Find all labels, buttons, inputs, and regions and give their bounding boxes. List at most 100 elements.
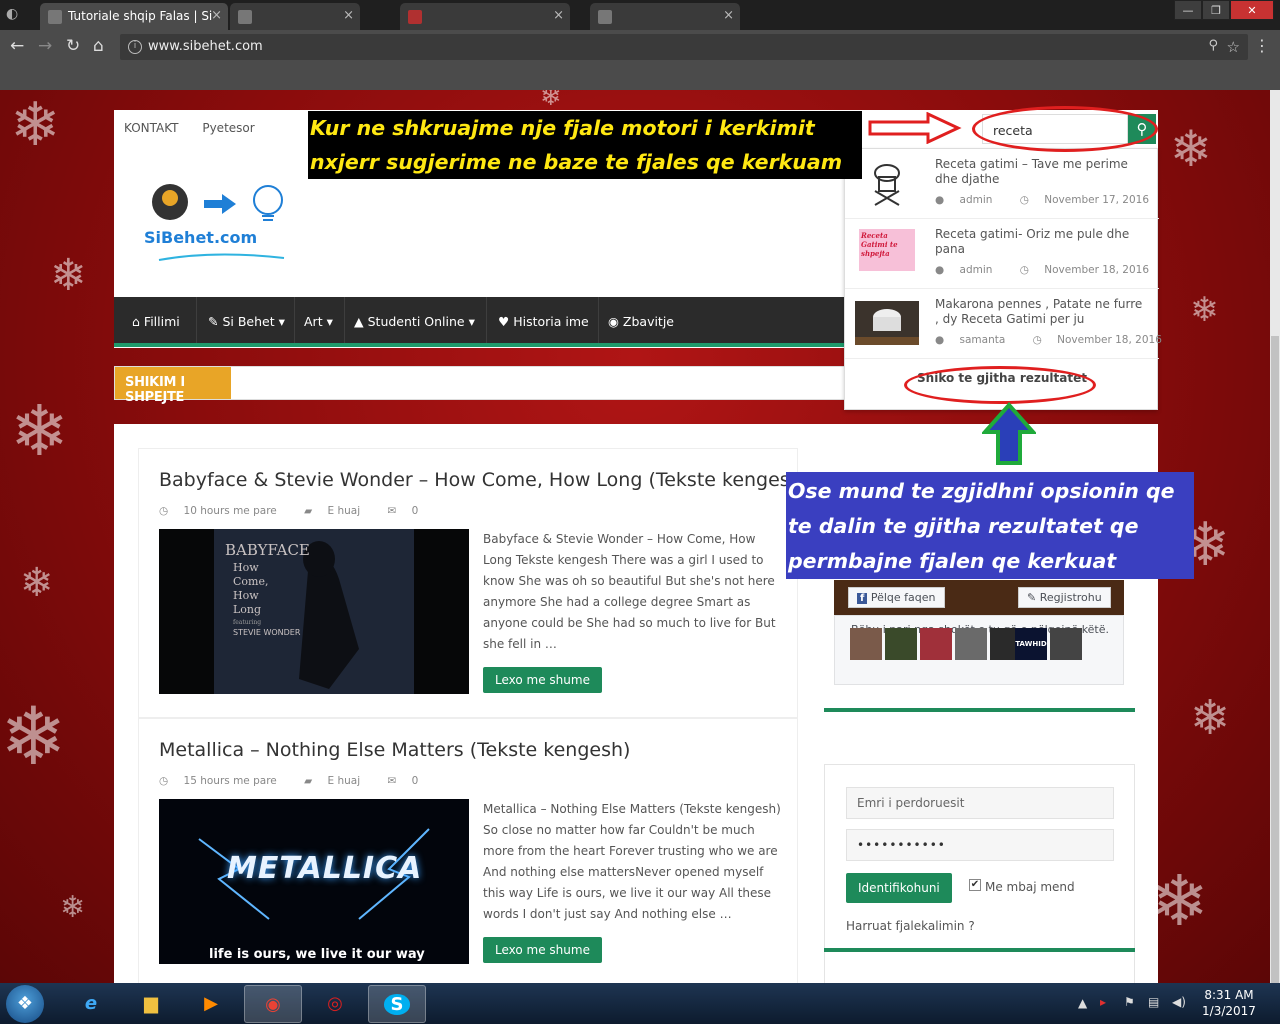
post-title[interactable]: Metallica – Nothing Else Matters (Tekste… [159,739,630,761]
tab-close-icon[interactable]: × [343,8,354,23]
tab-close-icon[interactable]: × [211,8,222,23]
forgot-password-link[interactable]: Harruat fjalekalimin ? [846,919,975,933]
post-thumbnail[interactable]: BABYFACE How Come, How Long featuring ST… [159,529,469,694]
taskbar-app-media-player[interactable]: ▶ [182,985,240,1023]
user-icon: ● [935,334,945,346]
search-result-thumb [855,301,919,345]
scrollbar-thumb[interactable] [1271,336,1279,983]
post-category[interactable]: ▰ E huaj [304,505,372,517]
tab-title: Tutoriale shqip Falas | Si [68,9,213,23]
browser-tab[interactable]: × [230,3,360,30]
caret-down-icon: ▾ [326,314,333,329]
top-links: KONTAKT Pyetesor [124,121,275,135]
read-more-button[interactable]: Lexo me shume [483,937,602,963]
search-result-title: Receta gatimi – Tave me perime dhe djath… [935,157,1128,186]
avatar[interactable] [1050,628,1082,660]
avatar[interactable] [955,628,987,660]
facebook-widget: f Pëlqe faqen ✎ Regjistrohu Bëhu i pari … [834,580,1124,692]
album-line-3: How [233,589,259,602]
post-comments[interactable]: ✉ 0 [388,775,431,787]
restore-button[interactable]: ❐ [1202,0,1230,20]
read-more-button[interactable]: Lexo me shume [483,667,602,693]
avatar[interactable] [920,628,952,660]
address-bar[interactable]: i www.sibehet.com ⚲ ☆ [120,34,1248,60]
top-link-kontakt[interactable]: KONTAKT [124,121,179,135]
snowflake-icon: ❄ [1190,690,1231,746]
forward-icon[interactable]: → [38,36,52,56]
tray-expand-icon[interactable]: ▲ [1078,996,1087,1010]
nav-item-si-behet[interactable]: ✎ Si Behet ▾ [208,314,285,329]
info-icon[interactable]: i [128,40,142,54]
login-button[interactable]: Identifikohuni [846,873,952,903]
extension-pin-icon[interactable]: ⚲ [1208,38,1218,53]
comments-icon: ✉ [387,505,397,517]
browser-tab[interactable]: × [590,3,740,30]
folder-icon: ▰ [304,505,313,517]
annotation-arrow-up-icon [982,402,1036,465]
network-icon[interactable]: ▤ [1148,995,1159,1009]
nav-item-zbavitje[interactable]: ◉ Zbavitje [608,314,674,329]
clock-icon: ◷ [1019,264,1029,276]
action-center-icon[interactable]: ⚑ [1124,995,1135,1009]
close-window-button[interactable]: ✕ [1230,0,1274,20]
username-field[interactable]: Emri i perdoruesit [846,787,1114,819]
search-result-item[interactable]: Receta gatimi – Tave me perime dhe djath… [845,149,1159,219]
nav-item-studenti-online[interactable]: ▲ Studenti Online ▾ [354,314,475,329]
password-field[interactable]: ••••••••••• [846,829,1114,861]
nav-divider [294,297,295,343]
reload-icon[interactable]: ↻ [66,36,80,56]
nav-item-historia-ime[interactable]: ♥ Historia ime [498,314,589,329]
home-icon: ⌂ [132,314,140,329]
avatar[interactable] [885,628,917,660]
fb-register-button[interactable]: ✎ Regjistrohu [1018,587,1111,608]
annotation-line: Ose mund te zgjidhni opsionin qe [788,479,1175,503]
user-icon: ● [935,264,945,276]
minimize-button[interactable]: — [1174,0,1202,20]
search-result-item[interactable]: Makarona pennes , Patate ne furre , dy R… [845,289,1162,359]
menu-icon[interactable]: ⋮ [1254,36,1270,55]
browser-tab-active[interactable]: Tutoriale shqip Falas | Si × [40,3,228,30]
annotation-highlight-search [972,106,1158,152]
widget-divider [824,948,1135,952]
top-link-pyetesor[interactable]: Pyetesor [202,121,254,135]
nav-item-art[interactable]: Art ▾ [304,314,333,329]
bookmark-star-icon[interactable]: ☆ [1227,38,1240,56]
taskbar-app-ie[interactable]: e [62,985,120,1023]
main-navigation: ⌂ Fillimi ✎ Si Behet ▾ Art ▾ ▲ Studenti … [114,297,844,347]
search-result-meta: ● admin ◷ November 18, 2016 [935,264,1149,276]
avatar[interactable] [850,628,882,660]
post-title[interactable]: Babyface & Stevie Wonder – How Come, How… [159,469,809,491]
taskbar-app-skype[interactable]: S [368,985,426,1023]
post-comments[interactable]: ✉ 0 [388,505,431,517]
post-thumbnail[interactable]: METALLICA life is ours, we live it our w… [159,799,469,964]
post-time: ◷ 15 hours me pare [159,775,277,787]
snowflake-icon: ❄ [20,560,54,606]
nav-item-fillimi[interactable]: ⌂ Fillimi [132,314,180,329]
avatar[interactable]: TAWHID [1015,628,1047,660]
taskbar-clock[interactable]: 8:31 AM 1/3/2017 [1196,987,1262,1019]
site-logo[interactable]: SiBehet.com [144,180,314,270]
taskbar-app-chrome[interactable]: ◉ [244,985,302,1023]
remember-checkbox[interactable]: ✔ [969,879,981,891]
widget-divider [824,708,1135,712]
logo-text: SiBehet.com [144,228,258,247]
favicon-icon [48,10,62,24]
home-icon[interactable]: ⌂ [93,36,104,56]
tab-close-icon[interactable]: × [723,8,734,23]
browser-tab[interactable]: × [400,3,570,30]
clock-icon: ◷ [1032,334,1042,346]
snowflake-icon: ❄ [1190,290,1219,330]
nav-divider [486,297,487,343]
bookmarks-bar [0,64,1280,90]
taskbar-app-explorer[interactable]: ▆ [122,985,180,1023]
tray-flag-icon[interactable]: ▸ [1100,995,1106,1009]
taskbar-app-recorder[interactable]: ◎ [306,985,364,1023]
tab-close-icon[interactable]: × [553,8,564,23]
start-button[interactable]: ❖ [6,985,44,1023]
search-result-item[interactable]: Receta Gatimi te shpejta Receta gatimi- … [845,219,1159,289]
clock-date: 1/3/2017 [1202,1004,1256,1018]
back-icon[interactable]: ← [10,36,24,56]
fb-like-button[interactable]: f Pëlqe faqen [848,587,945,608]
volume-icon[interactable]: ◀) [1172,995,1186,1009]
post-category[interactable]: ▰ E huaj [304,775,372,787]
